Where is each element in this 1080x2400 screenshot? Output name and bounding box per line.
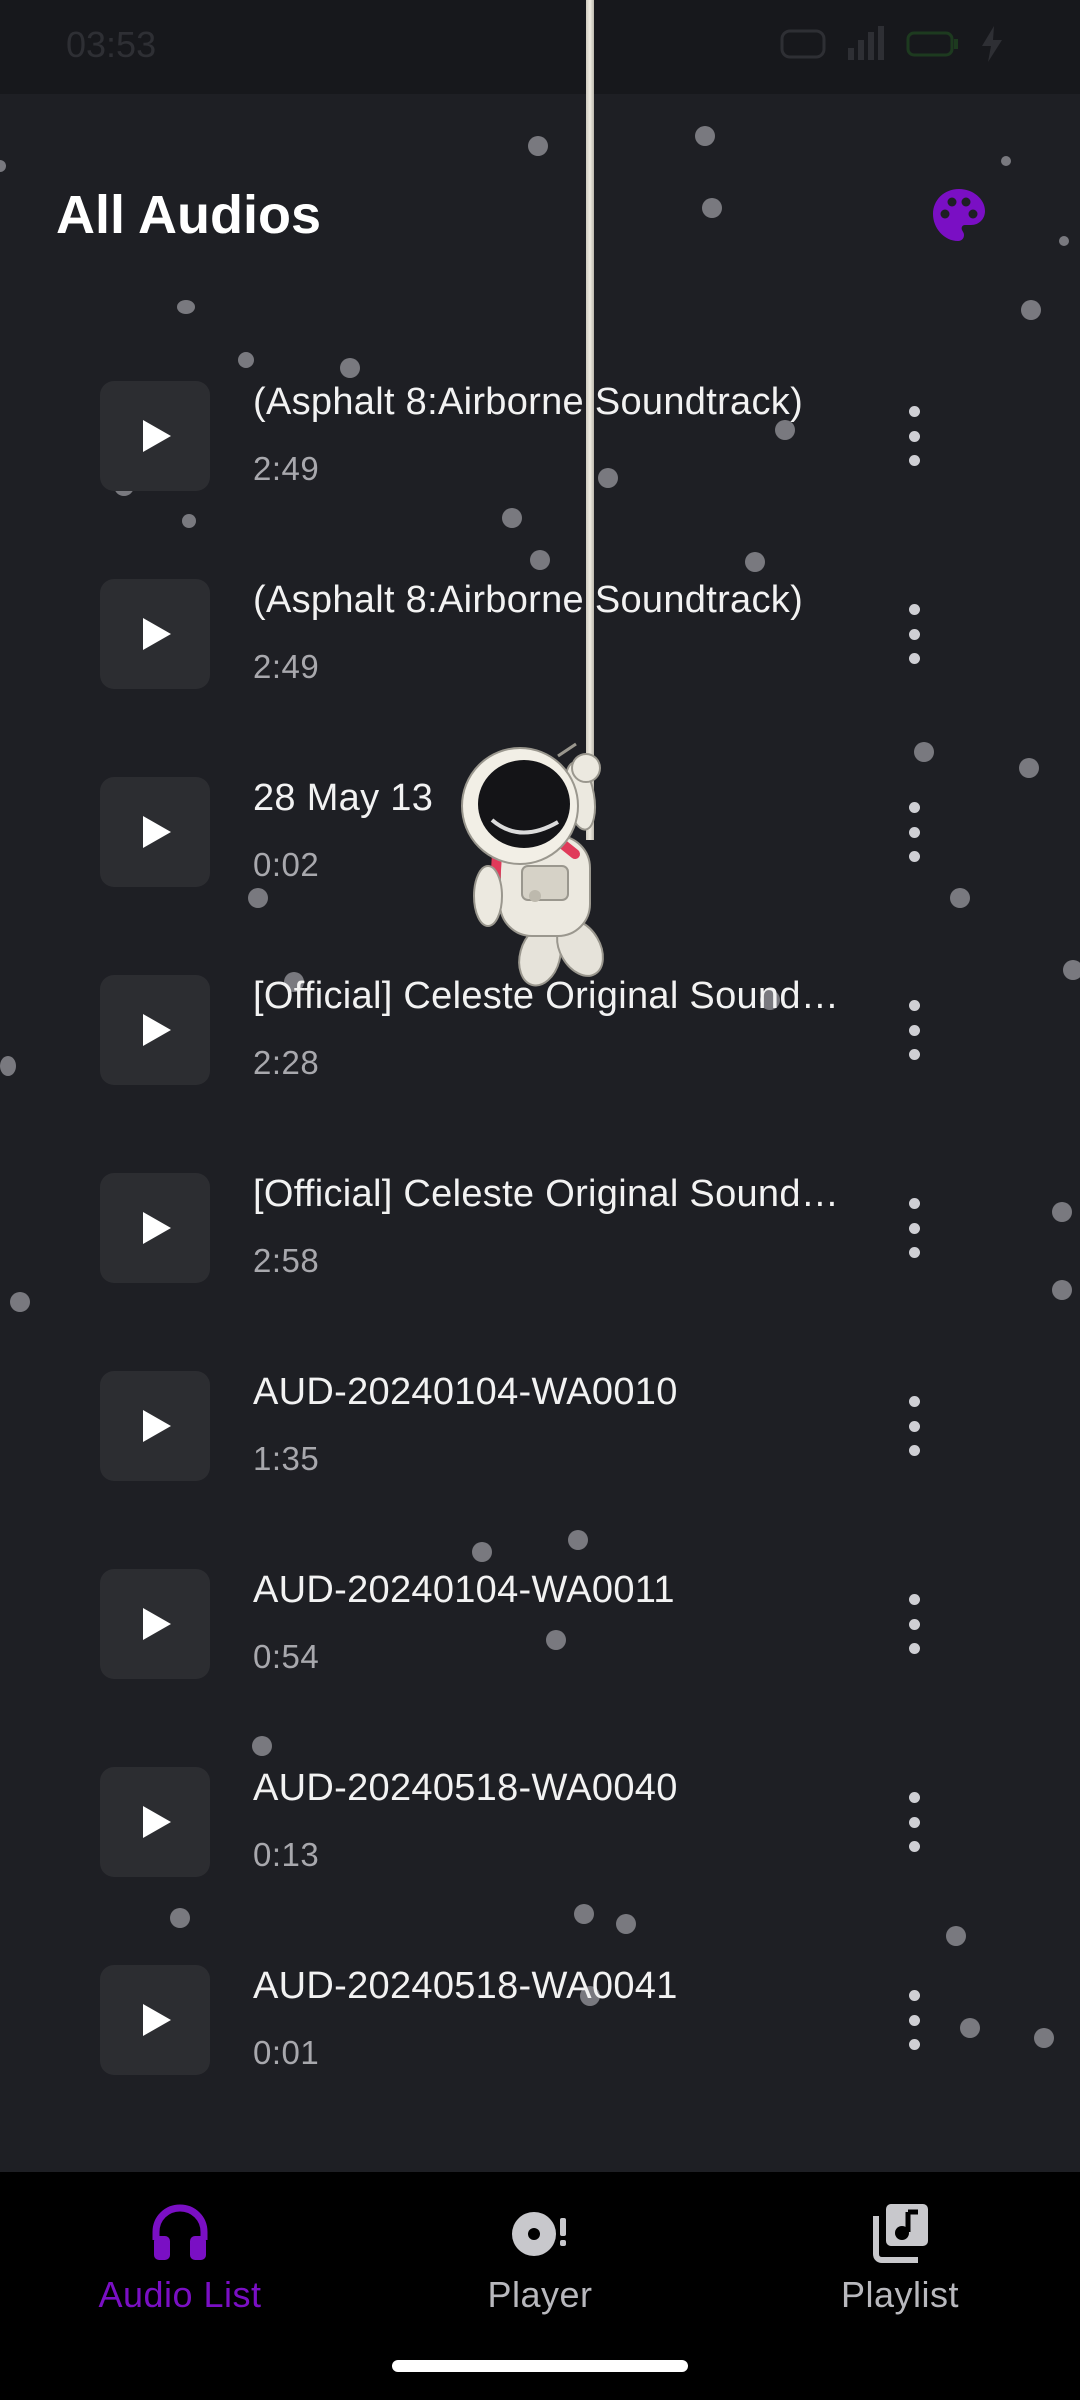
more-options-button[interactable] [892, 992, 936, 1068]
more-options-button[interactable] [892, 398, 936, 474]
signal-icon [848, 26, 884, 60]
palette-icon [933, 189, 985, 241]
more-options-button[interactable] [892, 596, 936, 672]
nav-label-player: Player [487, 2274, 593, 2315]
audio-duration: 2:49 [253, 450, 320, 487]
audio-duration: 2:28 [253, 1044, 320, 1081]
more-options-button[interactable] [892, 1982, 936, 2058]
play-icon [143, 1410, 171, 1442]
nav-label-audio-list: Audio List [98, 2274, 262, 2315]
audio-duration: 1:35 [253, 1440, 320, 1477]
audio-duration: 0:01 [253, 2034, 320, 2071]
play-icon [143, 1806, 171, 1838]
nav-item-playlist[interactable]: Playlist [770, 2200, 1030, 2316]
play-icon [143, 1212, 171, 1244]
status-icons [780, 26, 1004, 62]
audio-duration: 2:58 [253, 1242, 320, 1279]
play-button[interactable] [100, 1767, 210, 1877]
home-indicator[interactable] [392, 2360, 688, 2372]
play-icon [143, 618, 171, 650]
more-vert-icon [908, 802, 920, 813]
audio-list-item[interactable]: (Asphalt 8:Airborne Soundtrack) 2:49 [0, 536, 1080, 734]
more-options-button[interactable] [892, 1586, 936, 1662]
audio-title: (Asphalt 8:Airborne Soundtrack) [253, 381, 804, 423]
play-button[interactable] [100, 381, 210, 491]
audio-duration: 0:02 [253, 846, 320, 883]
audio-title: AUD-20240104-WA0010 [253, 1371, 678, 1413]
more-vert-icon [908, 1000, 920, 1011]
play-icon [143, 2004, 171, 2036]
play-icon [143, 816, 171, 848]
more-vert-icon [908, 1990, 920, 2001]
audio-duration: 0:13 [253, 1836, 320, 1873]
audio-list-item[interactable]: (Asphalt 8:Airborne Soundtrack) 2:49 [0, 338, 1080, 536]
more-options-button[interactable] [892, 1784, 936, 1860]
headphones-icon [152, 2204, 208, 2260]
nav-item-audio-list[interactable]: Audio List [50, 2200, 310, 2316]
nav-label-playlist: Playlist [840, 2274, 960, 2315]
more-vert-icon [908, 1594, 920, 1605]
network-5g-icon [780, 29, 826, 59]
status-bar: 03:53 [0, 0, 1080, 94]
more-vert-icon [908, 1792, 920, 1803]
audio-list-item[interactable]: AUD-20240518-WA0041 0:01 [0, 1922, 1080, 2120]
more-vert-icon [908, 1198, 920, 1209]
status-time: 03:53 [66, 24, 157, 65]
charging-icon [982, 26, 1002, 62]
play-icon [143, 1608, 171, 1640]
audio-title: (Asphalt 8:Airborne Soundtrack) [253, 579, 804, 621]
play-button[interactable] [100, 1371, 210, 1481]
play-button[interactable] [100, 777, 210, 887]
audio-list-item[interactable]: AUD-20240104-WA0011 0:54 [0, 1526, 1080, 1724]
more-options-button[interactable] [892, 794, 936, 870]
audio-title: AUD-20240104-WA0011 [253, 1569, 675, 1611]
disc-icon [512, 2212, 566, 2256]
audio-title: AUD-20240518-WA0040 [253, 1767, 678, 1809]
play-button[interactable] [100, 1569, 210, 1679]
page-title: All Audios [56, 185, 321, 245]
astronaut-illustration [461, 742, 604, 987]
astronaut-rope [586, 0, 594, 840]
audio-list-item[interactable]: [Official] Celeste Original Soundtrack 2… [0, 1130, 1080, 1328]
more-options-button[interactable] [892, 1190, 936, 1266]
more-vert-icon [908, 1396, 920, 1407]
audio-duration: 2:49 [253, 648, 320, 685]
audio-duration: 0:54 [253, 1638, 320, 1675]
app-header: All Audios [0, 94, 1080, 334]
audio-title: AUD-20240518-WA0041 [253, 1965, 678, 2007]
audio-title: [Official] Celeste Original Soundtrack [253, 1173, 843, 1215]
battery-icon [906, 31, 958, 57]
audio-list-item[interactable]: AUD-20240518-WA0040 0:13 [0, 1724, 1080, 1922]
theme-palette-button[interactable] [930, 186, 988, 244]
play-button[interactable] [100, 975, 210, 1085]
audio-list-item[interactable]: AUD-20240104-WA0010 1:35 [0, 1328, 1080, 1526]
play-button[interactable] [100, 1173, 210, 1283]
more-vert-icon [908, 604, 920, 615]
play-icon [143, 1014, 171, 1046]
library-music-icon [873, 2204, 928, 2263]
play-icon [143, 420, 171, 452]
more-vert-icon [908, 406, 920, 417]
play-button[interactable] [100, 579, 210, 689]
play-button[interactable] [100, 1965, 210, 2075]
more-options-button[interactable] [892, 1388, 936, 1464]
nav-item-player[interactable]: Player [410, 2200, 670, 2316]
